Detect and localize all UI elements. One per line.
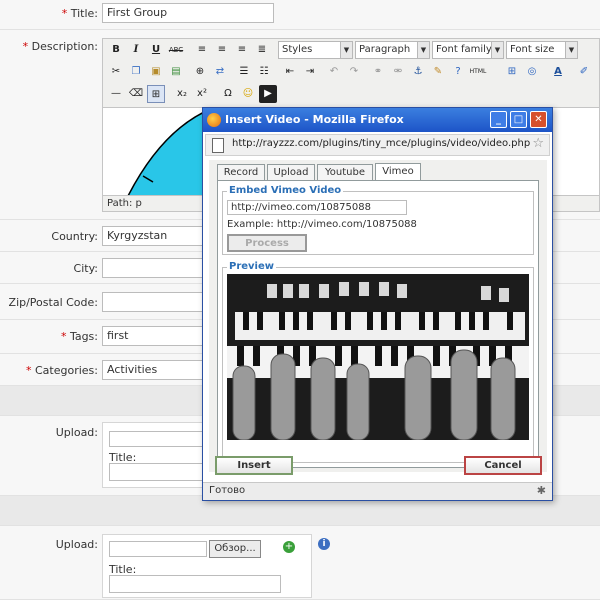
insert-video-window: Insert Video - Mozilla Firefox _ □ ✕ htt… xyxy=(202,107,553,501)
example-text: Example: http://vimeo.com/10875088 xyxy=(227,219,417,230)
redo-icon[interactable]: ↷ xyxy=(345,63,363,81)
underline-button[interactable]: U xyxy=(147,41,165,59)
status-bar: Готово ✱ xyxy=(203,482,552,500)
city-label: City: xyxy=(73,262,98,275)
firefox-icon xyxy=(207,113,221,127)
tab-upload[interactable]: Upload xyxy=(267,164,315,180)
upload-row-2: Upload: Обзор... + Title: i xyxy=(0,526,600,600)
numbered-list-icon[interactable]: ☷ xyxy=(255,63,273,81)
embed-legend: Embed Vimeo Video xyxy=(227,185,344,196)
paste-icon[interactable]: ▣ xyxy=(147,63,165,81)
cancel-button[interactable]: Cancel xyxy=(464,456,542,475)
organ-keys-illustration xyxy=(227,274,529,440)
info-icon[interactable]: i xyxy=(318,538,330,550)
page-icon xyxy=(212,138,224,153)
maximize-button[interactable]: □ xyxy=(510,111,527,128)
insert-button[interactable]: Insert xyxy=(215,456,293,475)
vimeo-url-input[interactable]: http://vimeo.com/10875088 xyxy=(227,200,407,215)
window-title: Insert Video - Mozilla Firefox xyxy=(225,113,404,126)
upload-box-1: Title: xyxy=(102,422,212,488)
paste-word-icon[interactable]: ▤ xyxy=(167,63,185,81)
editor-toolbar-row-1: B I U ABC ≡ ≡ ≡ ≣ Styles ▼ Paragraph ▼ Fon… xyxy=(103,39,600,61)
subscript-button[interactable]: x₂ xyxy=(173,85,191,103)
title-input[interactable]: First Group xyxy=(102,3,274,23)
bold-button[interactable]: B xyxy=(107,41,125,59)
upload-title-input-2[interactable] xyxy=(109,575,281,593)
font-size-select[interactable]: Font size ▼ xyxy=(506,41,578,59)
browse-button[interactable]: Обзор... xyxy=(209,540,261,558)
window-titlebar[interactable]: Insert Video - Mozilla Firefox _ □ ✕ xyxy=(203,108,552,132)
text-color-icon[interactable]: A xyxy=(549,63,567,81)
table-props-icon[interactable]: ⊞ xyxy=(503,63,521,81)
outdent-icon[interactable]: ⇤ xyxy=(281,63,299,81)
country-label: Country: xyxy=(51,230,98,243)
close-button[interactable]: ✕ xyxy=(530,111,547,128)
italic-button[interactable]: I xyxy=(127,41,145,59)
title-row: * Title: First Group xyxy=(0,0,600,30)
tab-youtube[interactable]: Youtube xyxy=(317,164,373,180)
font-family-select[interactable]: Font family ▼ xyxy=(432,41,504,59)
embed-fieldset: Embed Vimeo Video http://vimeo.com/10875… xyxy=(222,185,534,255)
emoticon-icon[interactable]: ☺ xyxy=(239,85,257,103)
url-text: http://rayzzz.com/plugins/tiny_mce/plugi… xyxy=(232,138,531,149)
media-icon[interactable]: ◎ xyxy=(523,63,541,81)
upload-file-input-2[interactable] xyxy=(109,541,207,557)
copy-icon[interactable]: ❐ xyxy=(127,63,145,81)
strikethrough-button[interactable]: ABC xyxy=(167,41,185,59)
zip-label: Zip/Postal Code: xyxy=(8,296,98,309)
special-char-button[interactable]: Ω xyxy=(219,85,237,103)
align-left-icon[interactable]: ≡ xyxy=(193,41,211,59)
video-icon[interactable]: ▶ xyxy=(259,85,277,103)
undo-icon[interactable]: ↶ xyxy=(325,63,343,81)
minimize-button[interactable]: _ xyxy=(490,111,507,128)
horizontal-rule-icon[interactable]: — xyxy=(107,85,125,103)
upload-box-2: Обзор... + Title: xyxy=(102,534,312,598)
anchor-icon[interactable]: ⚓ xyxy=(409,63,427,81)
superscript-button[interactable]: x² xyxy=(193,85,211,103)
upload-file-input-1[interactable] xyxy=(109,431,209,447)
tab-vimeo[interactable]: Vimeo xyxy=(375,163,421,181)
process-button[interactable]: Process xyxy=(227,234,307,252)
format-select[interactable]: Paragraph ▼ xyxy=(355,41,430,59)
upload-label-2: Upload: xyxy=(55,538,98,551)
bullet-list-icon[interactable]: ☰ xyxy=(235,63,253,81)
resize-grip-icon[interactable]: ✱ xyxy=(537,484,546,497)
editor-toolbar-row-3: — ⌫ ⊞ x₂ x² Ω ☺ ▶ xyxy=(103,83,600,105)
categories-label: * Categories: xyxy=(26,364,98,377)
status-text: Готово xyxy=(209,485,246,496)
link-icon[interactable]: ⚭ xyxy=(369,63,387,81)
table-icon[interactable]: ⊞ xyxy=(147,85,165,103)
indent-icon[interactable]: ⇥ xyxy=(301,63,319,81)
tab-record[interactable]: Record xyxy=(217,164,265,180)
background-color-icon[interactable]: ✐ xyxy=(575,63,593,81)
cut-icon[interactable]: ✂ xyxy=(107,63,125,81)
unlink-icon[interactable]: ⚮ xyxy=(389,63,407,81)
html-source-button[interactable]: HTML xyxy=(469,63,487,81)
upload-label-1: Upload: xyxy=(55,426,98,439)
tags-label: * Tags: xyxy=(60,330,98,343)
find-icon[interactable]: ⊕ xyxy=(191,63,209,81)
bookmark-star-icon[interactable]: ☆ xyxy=(532,136,544,151)
preview-legend: Preview xyxy=(227,261,277,272)
vimeo-panel: Embed Vimeo Video http://vimeo.com/10875… xyxy=(217,180,539,468)
description-label: * Description: xyxy=(22,40,98,53)
align-justify-icon[interactable]: ≣ xyxy=(253,41,271,59)
styles-select[interactable]: Styles ▼ xyxy=(278,41,353,59)
image-icon[interactable]: ✎ xyxy=(429,63,447,81)
video-preview-image xyxy=(227,274,529,440)
popup-body: Record Upload Youtube Vimeo Embed Vimeo … xyxy=(209,160,547,475)
align-center-icon[interactable]: ≡ xyxy=(213,41,231,59)
eraser-icon[interactable]: ⌫ xyxy=(127,85,145,103)
add-icon[interactable]: + xyxy=(283,541,295,553)
help-icon[interactable]: ? xyxy=(449,63,467,81)
align-right-icon[interactable]: ≡ xyxy=(233,41,251,59)
preview-fieldset: Preview xyxy=(222,261,534,463)
title-label: * Title: xyxy=(61,7,98,20)
editor-toolbar-row-2: ✂ ❐ ▣ ▤ ⊕ ⇄ ☰ ☷ ⇤ ⇥ ↶ ↷ ⚭ ⚮ ⚓ ✎ ? HTML ⊞… xyxy=(103,61,600,83)
upload-title-input-1[interactable] xyxy=(109,463,209,481)
url-bar[interactable]: http://rayzzz.com/plugins/tiny_mce/plugi… xyxy=(205,134,550,156)
replace-icon[interactable]: ⇄ xyxy=(211,63,229,81)
